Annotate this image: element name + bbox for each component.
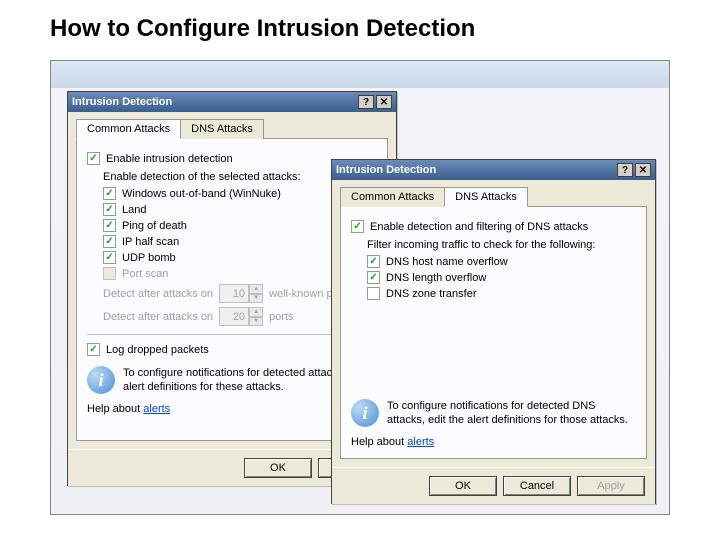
dialog-title: Intrusion Detection: [336, 164, 436, 176]
label-dns-zone-transfer: DNS zone transfer: [386, 288, 476, 300]
spinner-wellknown-ports: ▲▼: [219, 284, 263, 303]
tab-dns-attacks[interactable]: DNS Attacks: [180, 119, 264, 139]
help-prefix: Help about: [87, 403, 143, 415]
slide-title: How to Configure Intrusion Detection: [0, 0, 720, 48]
label-detect-after-1: Detect after attacks on: [103, 288, 213, 300]
spin-down-icon: ▼: [249, 317, 263, 327]
help-button[interactable]: ?: [358, 95, 374, 109]
label-ports-suffix: ports: [269, 311, 293, 323]
label-filter-incoming: Filter incoming traffic to check for the…: [367, 239, 636, 251]
checkbox-log-dropped[interactable]: [87, 343, 100, 356]
titlebar: Intrusion Detection ? ✕: [332, 160, 655, 180]
checkbox-enable-intrusion[interactable]: [87, 152, 100, 165]
spin-up-icon: ▲: [249, 284, 263, 294]
checkbox-winnuke[interactable]: [103, 187, 116, 200]
alerts-link[interactable]: alerts: [143, 403, 170, 415]
label-land: Land: [122, 204, 146, 216]
label-port-scan: Port scan: [122, 268, 168, 280]
spin-down-icon: ▼: [249, 294, 263, 304]
ok-button[interactable]: OK: [429, 476, 497, 496]
help-button[interactable]: ?: [617, 163, 633, 177]
tab-strip: Common Attacks DNS Attacks: [68, 112, 396, 138]
dialog-title: Intrusion Detection: [72, 96, 172, 108]
tab-common-attacks[interactable]: Common Attacks: [340, 187, 445, 207]
label-detect-after-2: Detect after attacks on: [103, 311, 213, 323]
tab-strip: Common Attacks DNS Attacks: [332, 180, 655, 206]
info-icon: i: [351, 399, 379, 427]
intrusion-dialog-dns: Intrusion Detection ? ✕ Common Attacks D…: [331, 159, 656, 504]
checkbox-dns-zone-transfer[interactable]: [367, 287, 380, 300]
ok-button[interactable]: OK: [244, 458, 312, 478]
label-ip-half-scan: IP half scan: [122, 236, 179, 248]
label-ping-of-death: Ping of death: [122, 220, 187, 232]
help-prefix: Help about: [351, 436, 407, 448]
help-row: Help about alerts: [351, 436, 636, 448]
checkbox-ip-half-scan[interactable]: [103, 235, 116, 248]
spinner-ports: ▲▼: [219, 307, 263, 326]
close-button[interactable]: ✕: [635, 163, 651, 177]
label-udp-bomb: UDP bomb: [122, 252, 176, 264]
alerts-link[interactable]: alerts: [407, 436, 434, 448]
tab-panel-dns: Enable detection and filtering of DNS at…: [340, 206, 647, 459]
checkbox-dns-length-overflow[interactable]: [367, 271, 380, 284]
tab-common-attacks[interactable]: Common Attacks: [76, 119, 181, 139]
tab-dns-attacks[interactable]: DNS Attacks: [444, 187, 528, 207]
checkbox-land[interactable]: [103, 203, 116, 216]
label-dns-length-overflow: DNS length overflow: [386, 272, 486, 284]
label-enable-intrusion: Enable intrusion detection: [106, 153, 233, 165]
checkbox-port-scan: [103, 267, 116, 280]
checkbox-udp-bomb[interactable]: [103, 251, 116, 264]
titlebar: Intrusion Detection ? ✕: [68, 92, 396, 112]
screenshot-frame: Intrusion Detection ? ✕ Common Attacks D…: [50, 60, 670, 515]
apply-button[interactable]: Apply: [577, 476, 645, 496]
label-winnuke: Windows out-of-band (WinNuke): [122, 188, 281, 200]
checkbox-ping-of-death[interactable]: [103, 219, 116, 232]
info-icon: i: [87, 366, 115, 394]
button-bar: OK Cancel Apply: [332, 467, 655, 504]
checkbox-dns-hostname-overflow[interactable]: [367, 255, 380, 268]
cancel-button[interactable]: Cancel: [503, 476, 571, 496]
info-text: To configure notifications for detected …: [387, 399, 636, 428]
spin-up-icon: ▲: [249, 307, 263, 317]
label-enable-dns-detection: Enable detection and filtering of DNS at…: [370, 221, 588, 233]
label-log-dropped: Log dropped packets: [106, 344, 209, 356]
input-wellknown-ports: [219, 284, 249, 303]
close-button[interactable]: ✕: [376, 95, 392, 109]
checkbox-enable-dns-detection[interactable]: [351, 220, 364, 233]
input-ports: [219, 307, 249, 326]
label-dns-hostname-overflow: DNS host name overflow: [386, 256, 508, 268]
